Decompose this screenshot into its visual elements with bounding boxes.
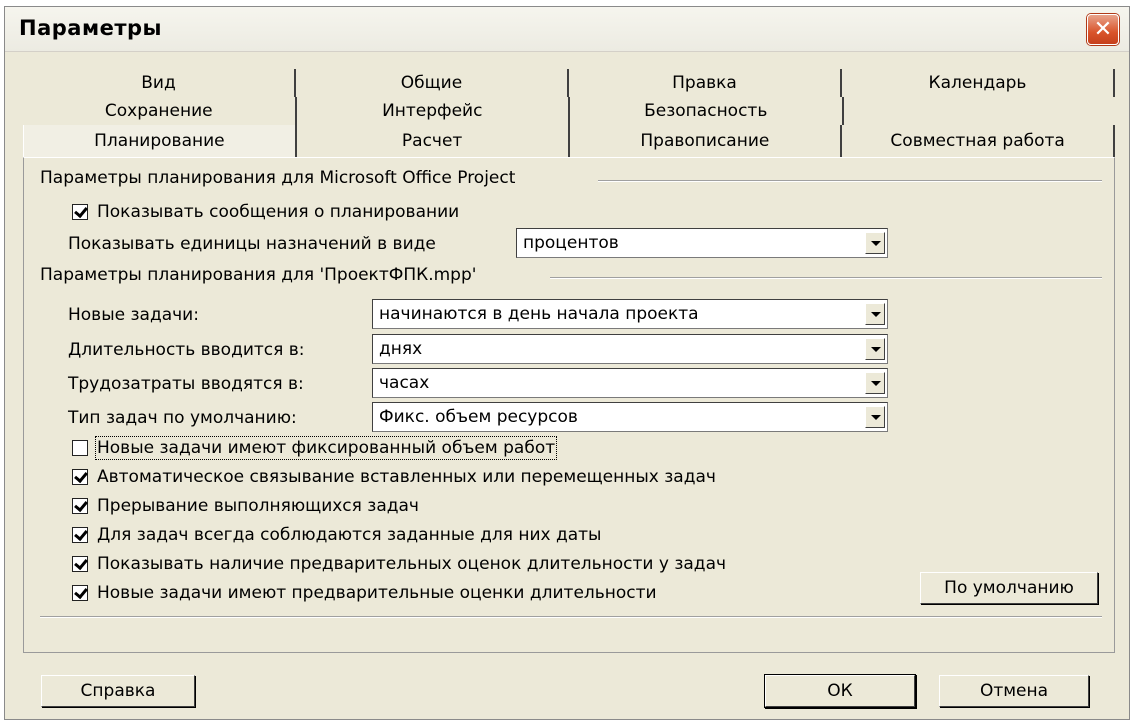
option-label: Прерывание выполняющихся задач bbox=[97, 496, 419, 516]
show-messages-label: Показывать сообщения о планировании bbox=[97, 202, 460, 222]
new-tasks-label: Новые задачи: bbox=[68, 305, 199, 325]
tab-empty bbox=[844, 97, 1116, 125]
option-checkbox[interactable] bbox=[72, 440, 88, 456]
tab-calculation[interactable]: Расчет bbox=[296, 125, 570, 157]
option-autolink[interactable]: Автоматическое связывание вставленных ил… bbox=[72, 467, 716, 487]
file-group-label: Параметры планирования для 'ПроектФПК.mp… bbox=[40, 265, 483, 285]
tab-row-3: Планирование Расчет Правописание Совмест… bbox=[23, 125, 1115, 157]
option-fixed-work[interactable]: Новые задачи имеют фиксированный объем р… bbox=[72, 436, 558, 460]
default-button[interactable]: По умолчанию bbox=[920, 572, 1098, 604]
option-checkbox[interactable] bbox=[72, 469, 88, 485]
chevron-down-icon[interactable] bbox=[865, 232, 885, 254]
work-value: часах bbox=[379, 373, 430, 393]
option-split-tasks[interactable]: Прерывание выполняющихся задач bbox=[72, 496, 419, 516]
chevron-down-icon[interactable] bbox=[865, 406, 885, 428]
tab-row-2: Сохранение Интерфейс Безопасность bbox=[23, 97, 1115, 125]
cancel-button[interactable]: Отмена bbox=[939, 675, 1089, 707]
show-messages-checkbox[interactable] bbox=[72, 204, 88, 220]
option-new-estimates[interactable]: Новые задачи имеют предварительные оценк… bbox=[72, 583, 657, 603]
group-divider bbox=[598, 180, 1102, 182]
duration-value: днях bbox=[379, 339, 423, 359]
work-label: Трудозатраты вводятся в: bbox=[68, 374, 304, 394]
chevron-down-icon[interactable] bbox=[865, 372, 885, 394]
chevron-down-icon[interactable] bbox=[865, 303, 885, 325]
tab-view[interactable]: Вид bbox=[23, 69, 296, 97]
window-title: Параметры bbox=[19, 16, 163, 40]
bottom-divider bbox=[40, 616, 1102, 618]
tab-interface[interactable]: Интерфейс bbox=[297, 97, 570, 125]
option-label: Автоматическое связывание вставленных ил… bbox=[97, 467, 716, 487]
title-bar: Параметры ✕ bbox=[5, 7, 1129, 52]
help-button[interactable]: Справка bbox=[41, 675, 195, 707]
close-icon: ✕ bbox=[1093, 17, 1113, 42]
units-value: процентов bbox=[523, 233, 619, 253]
chevron-down-icon[interactable] bbox=[865, 338, 885, 360]
close-button[interactable]: ✕ bbox=[1087, 14, 1119, 45]
task-type-value: Фикс. объем ресурсов bbox=[379, 407, 578, 427]
tab-edit[interactable]: Правка bbox=[569, 69, 842, 97]
show-messages-option[interactable]: Показывать сообщения о планировании bbox=[72, 202, 459, 222]
new-tasks-value: начинаются в день начала проекта bbox=[379, 304, 699, 324]
units-select[interactable]: процентов bbox=[516, 228, 888, 258]
option-show-estimates[interactable]: Показывать наличие предварительных оцено… bbox=[72, 554, 726, 574]
tab-calendar[interactable]: Календарь bbox=[842, 69, 1115, 97]
tab-schedule[interactable]: Планирование bbox=[23, 125, 297, 157]
option-checkbox[interactable] bbox=[72, 498, 88, 514]
work-select[interactable]: часах bbox=[372, 368, 888, 398]
option-honor-constraints[interactable]: Для задач всегда соблюдаются заданные дл… bbox=[72, 525, 601, 545]
options-dialog: Параметры ✕ Вид Общие Правка Календарь С… bbox=[4, 6, 1130, 720]
option-label: Показывать наличие предварительных оцено… bbox=[97, 554, 727, 574]
task-type-label: Тип задач по умолчанию: bbox=[68, 408, 297, 428]
tab-spelling[interactable]: Правописание bbox=[569, 125, 843, 157]
option-checkbox[interactable] bbox=[72, 527, 88, 543]
option-checkbox[interactable] bbox=[72, 585, 88, 601]
units-label: Показывать единицы назначений в виде bbox=[68, 234, 436, 254]
ok-button[interactable]: ОК bbox=[765, 675, 915, 707]
option-label: Новые задачи имеют предварительные оценк… bbox=[97, 583, 657, 603]
new-tasks-select[interactable]: начинаются в день начала проекта bbox=[372, 299, 888, 329]
tab-save[interactable]: Сохранение bbox=[23, 97, 297, 125]
tab-panel: Параметры планирования для Microsoft Off… bbox=[23, 157, 1115, 653]
duration-label: Длительность вводится в: bbox=[68, 340, 305, 360]
option-label: Новые задачи имеют фиксированный объем р… bbox=[94, 436, 558, 460]
tab-general[interactable]: Общие bbox=[296, 69, 569, 97]
duration-select[interactable]: днях bbox=[372, 334, 888, 364]
tab-row-1: Вид Общие Правка Календарь bbox=[23, 69, 1115, 97]
option-label: Для задач всегда соблюдаются заданные дл… bbox=[97, 525, 602, 545]
tab-security[interactable]: Безопасность bbox=[570, 97, 844, 125]
tab-collaborate[interactable]: Совместная работа bbox=[842, 125, 1115, 157]
option-checkbox[interactable] bbox=[72, 556, 88, 572]
group-divider bbox=[550, 277, 1102, 279]
task-type-select[interactable]: Фикс. объем ресурсов bbox=[372, 402, 888, 432]
project-group-label: Параметры планирования для Microsoft Off… bbox=[40, 168, 522, 188]
